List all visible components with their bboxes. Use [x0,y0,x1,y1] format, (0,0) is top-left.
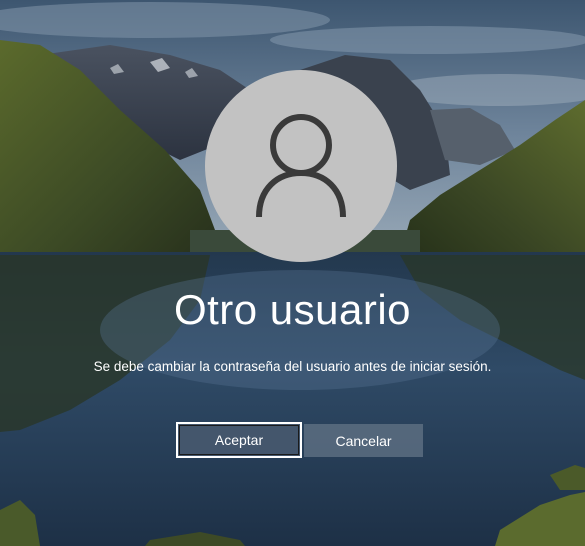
cancel-button[interactable]: Cancelar [304,424,423,457]
password-change-message: Se debe cambiar la contraseña del usuari… [93,359,492,374]
user-avatar [205,70,397,262]
user-icon [256,114,346,218]
username-label: Otro usuario [173,286,412,333]
lock-screen: Otro usuario Se debe cambiar la contrase… [0,0,585,546]
accept-button[interactable]: Aceptar [176,422,302,458]
